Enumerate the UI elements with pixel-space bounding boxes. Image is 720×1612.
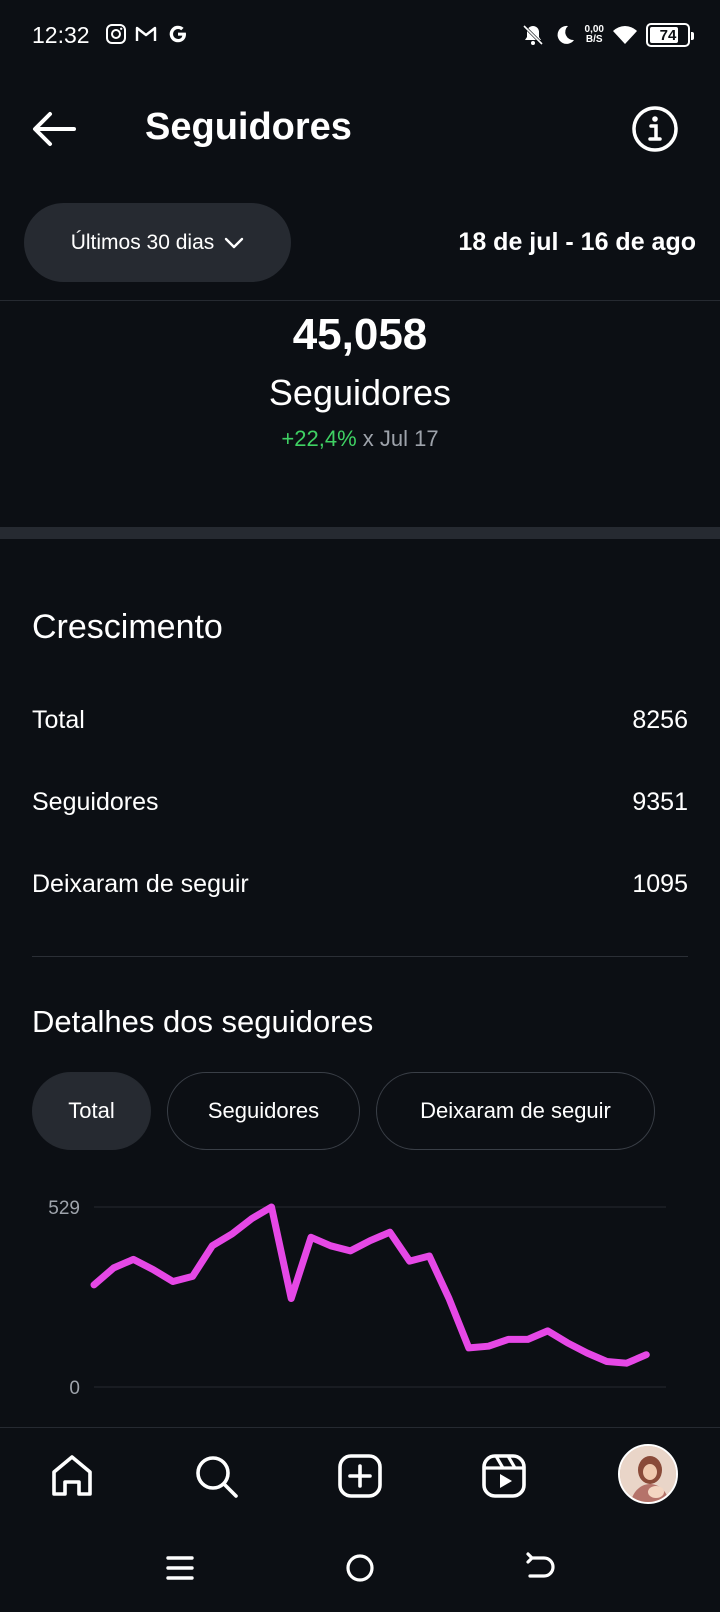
followers-line-chart: 529 0 — [48, 1198, 666, 1399]
google-icon — [169, 25, 186, 43]
search-icon[interactable] — [192, 1452, 240, 1500]
chevron-down-icon — [225, 237, 244, 248]
back-arrow-icon[interactable] — [28, 104, 80, 154]
instagram-icon — [106, 24, 126, 44]
growth-title: Crescimento — [32, 608, 223, 646]
details-title: Detalhes dos seguidores — [32, 1004, 374, 1039]
follower-count: 45,058 — [292, 310, 428, 359]
recent-apps-icon[interactable] — [162, 1550, 198, 1586]
do-not-disturb-moon-icon — [557, 25, 574, 44]
home-button-icon[interactable] — [342, 1550, 378, 1586]
growth-row-label: Deixaram de seguir — [32, 870, 249, 898]
home-icon[interactable] — [48, 1452, 96, 1500]
chart-y-tick-label: 0 — [69, 1378, 80, 1399]
avatar-image — [620, 1446, 676, 1502]
date-range-dropdown[interactable]: Últimos 30 dias — [24, 203, 291, 282]
growth-row-label: Total — [32, 706, 85, 734]
tab-followers[interactable]: Seguidores — [167, 1072, 360, 1150]
chart-series-line — [90, 1203, 650, 1367]
growth-row-unfollows: Deixaram de seguir 1095 — [32, 870, 688, 899]
growth-row-followers: Seguidores 9351 — [32, 788, 688, 817]
wifi-icon — [613, 26, 637, 44]
profile-avatar[interactable] — [618, 1444, 678, 1504]
growth-row-value: 9351 — [632, 788, 688, 816]
status-time: 12:32 — [32, 22, 90, 48]
reels-icon[interactable] — [480, 1452, 528, 1500]
follower-change: +22,4% x Jul 17 — [0, 426, 720, 452]
section-divider — [0, 527, 720, 539]
bottom-navigation — [0, 1427, 720, 1522]
growth-row-total: Total 8256 — [32, 706, 688, 735]
divider — [0, 300, 720, 301]
follower-count-label: Seguidores — [268, 372, 452, 413]
growth-row-value: 1095 — [632, 870, 688, 898]
network-speed-unit: B/S — [585, 34, 603, 45]
page-title: Seguidores — [145, 106, 352, 148]
system-navigation — [0, 1522, 720, 1612]
status-right-icons: 0,00 B/S 74 — [521, 20, 694, 50]
growth-row-value: 8256 — [632, 706, 688, 734]
change-percent: +22,4% — [281, 426, 357, 451]
tab-total[interactable]: Total — [32, 1072, 151, 1150]
growth-row-label: Seguidores — [32, 788, 159, 816]
notifications-off-icon — [522, 24, 543, 46]
change-comparison: x Jul 17 — [362, 426, 439, 451]
date-range-selected: Últimos 30 dias — [70, 230, 215, 254]
battery-indicator: 74 — [646, 23, 694, 47]
chart-y-tick-label: 529 — [48, 1198, 80, 1219]
create-icon[interactable] — [336, 1452, 384, 1500]
info-icon[interactable] — [630, 104, 680, 154]
details-tabs: Total Seguidores Deixaram de seguir — [32, 1072, 655, 1150]
date-range-label: 18 de jul - 16 de ago — [458, 228, 696, 256]
status-bar: 12:32 0,00 B/S 74 — [0, 0, 720, 72]
back-button-icon[interactable] — [522, 1550, 558, 1586]
divider — [32, 956, 688, 957]
network-speed: 0,00 B/S — [585, 25, 604, 45]
tab-unfollows[interactable]: Deixaram de seguir — [376, 1072, 655, 1150]
battery-level: 74 — [659, 26, 677, 44]
app-header: Seguidores — [0, 90, 720, 166]
gmail-icon — [135, 26, 157, 41]
